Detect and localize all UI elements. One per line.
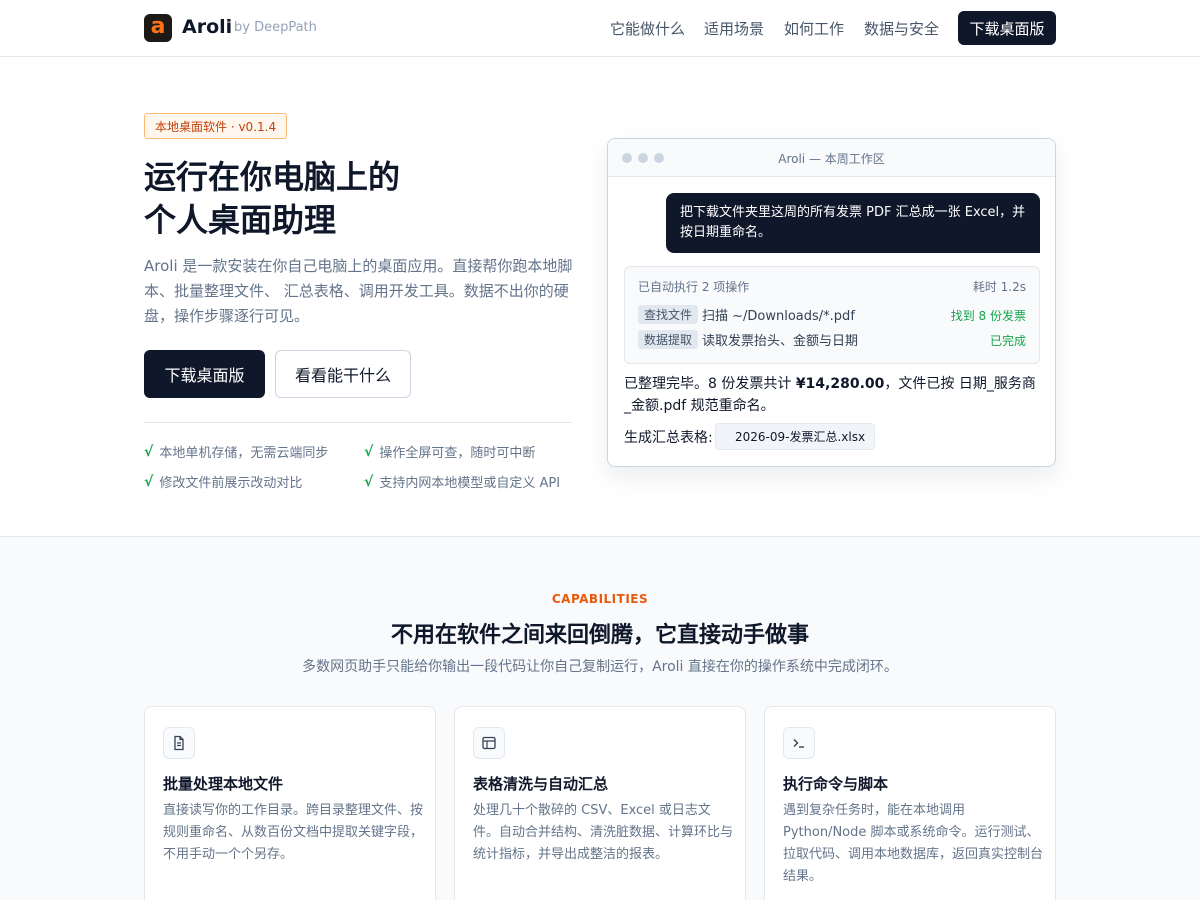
terminal-icon <box>783 727 815 759</box>
window-title: Aroli — 本周工作区 <box>778 152 885 166</box>
app-window-preview: Aroli — 本周工作区 把下载文件夹里这周的所有发票 PDF 汇总成一张 E… <box>607 138 1056 467</box>
op-status-found: 找到 8 份发票 <box>950 309 1026 323</box>
nav-data-security[interactable]: 数据与安全 <box>864 18 939 39</box>
check-icon: √ <box>144 473 154 490</box>
card-title: 表格清洗与自动汇总 <box>473 775 609 793</box>
hero-explore-button[interactable]: 看看能干什么 <box>275 350 411 398</box>
table-icon <box>473 727 505 759</box>
result-message: 已整理完毕。8 份发票共计 ¥14,280.00，文件已按 日期_服务商_金额.… <box>624 373 1040 417</box>
hero-divider <box>144 422 572 423</box>
capability-card-files: 批量处理本地文件 直接读写你的工作目录。跨目录整理文件、按规则重命名、从数百份文… <box>144 706 436 900</box>
card-description: 处理几十个散碎的 CSV、Excel 或日志文件。自动合并结构、清洗脏数据、计算… <box>473 803 734 862</box>
user-prompt-bubble: 把下载文件夹里这周的所有发票 PDF 汇总成一张 Excel，并按日期重命名。 <box>666 193 1040 253</box>
capability-card-tables: 表格清洗与自动汇总 处理几十个散碎的 CSV、Excel 或日志文件。自动合并结… <box>454 706 746 900</box>
section-subtitle: 多数网页助手只能给你输出一段代码让你自己复制运行，Aroli 直接在你的操作系统… <box>302 659 898 675</box>
window-titlebar: Aroli — 本周工作区 <box>608 139 1055 177</box>
hero-title-line-2: 个人桌面助理 <box>144 201 337 239</box>
feature-text: 修改文件前展示改动对比 <box>159 476 303 491</box>
result-amount: ¥14,280.00 <box>795 376 885 392</box>
feature-local-storage: √ 本地单机存储，无需云端同步 <box>144 442 329 462</box>
output-file-label: 生成汇总表格: <box>624 430 713 446</box>
nav-capabilities[interactable]: 它能做什么 <box>610 18 685 39</box>
result-text: 已整理完毕。8 份发票共计 <box>624 376 796 392</box>
header-download-button[interactable]: 下载桌面版 <box>958 11 1056 45</box>
hero-description: Aroli 是一款安装在你自己电脑上的桌面应用。直接帮你跑本地脚本、批量整理文件… <box>144 257 573 325</box>
check-icon: √ <box>364 443 374 460</box>
output-file-chip[interactable]: 2026-09-发票汇总.xlsx <box>715 423 876 450</box>
logo-icon[interactable]: a <box>144 14 172 42</box>
check-icon: √ <box>144 443 154 460</box>
hero-title-line-1: 运行在你电脑上的 <box>144 158 401 196</box>
operations-summary: 已自动执行 2 项操作 <box>638 280 750 294</box>
op-tag-extract: 数据提取 <box>638 330 699 349</box>
capabilities-section: CAPABILITIES 不用在软件之间来回倒腾，它直接动手做事 多数网页助手只… <box>0 536 1200 900</box>
hero-title: 运行在你电脑上的 个人桌面助理 <box>144 156 400 242</box>
feature-auditable: √ 操作全屏可查，随时可中断 <box>364 442 536 462</box>
card-description: 遇到复杂任务时，能在本地调用 Python/Node 脚本或系统命令。运行测试、… <box>783 803 1044 884</box>
operations-panel: 已自动执行 2 项操作 耗时 1.2s 查找文件 扫描 ~/Downloads/… <box>624 266 1040 364</box>
card-title: 执行命令与脚本 <box>783 775 889 793</box>
top-header: a Aroli by DeepPath 它能做什么 适用场景 如何工作 数据与安… <box>0 0 1200 57</box>
hero-download-button[interactable]: 下载桌面版 <box>144 350 265 398</box>
brand-name[interactable]: Aroli <box>182 16 232 38</box>
brand-byline: by DeepPath <box>234 20 317 35</box>
op-tag-find-files: 查找文件 <box>638 305 699 324</box>
op-status-done: 已完成 <box>989 334 1026 348</box>
document-icon <box>163 727 195 759</box>
feature-text: 支持内网本地模型或自定义 API <box>379 476 561 491</box>
card-description: 直接读写你的工作目录。跨目录整理文件、按规则重命名、从数百份文档中提取关键字段，… <box>163 803 424 862</box>
operations-time: 耗时 1.2s <box>972 280 1026 294</box>
feature-text: 本地单机存储，无需云端同步 <box>159 446 329 461</box>
card-title: 批量处理本地文件 <box>163 775 284 793</box>
capability-card-scripts: 执行命令与脚本 遇到复杂任务时，能在本地调用 Python/Node 脚本或系统… <box>764 706 1056 900</box>
check-icon: √ <box>364 473 374 490</box>
nav-scenarios[interactable]: 适用场景 <box>704 18 764 39</box>
logo-letter: a <box>150 13 166 39</box>
op-text-scan: 扫描 ~/Downloads/*.pdf <box>702 309 855 324</box>
feature-local-model: √ 支持内网本地模型或自定义 API <box>364 472 561 492</box>
nav-how-it-works[interactable]: 如何工作 <box>784 18 844 39</box>
op-text-read: 读取发票抬头、金额与日期 <box>702 334 859 349</box>
section-eyebrow: CAPABILITIES <box>551 592 649 606</box>
version-badge: 本地桌面软件 · v0.1.4 <box>144 113 288 139</box>
feature-diff-preview: √ 修改文件前展示改动对比 <box>144 472 303 492</box>
feature-text: 操作全屏可查，随时可中断 <box>379 446 536 461</box>
section-title: 不用在软件之间来回倒腾，它直接动手做事 <box>390 623 809 648</box>
